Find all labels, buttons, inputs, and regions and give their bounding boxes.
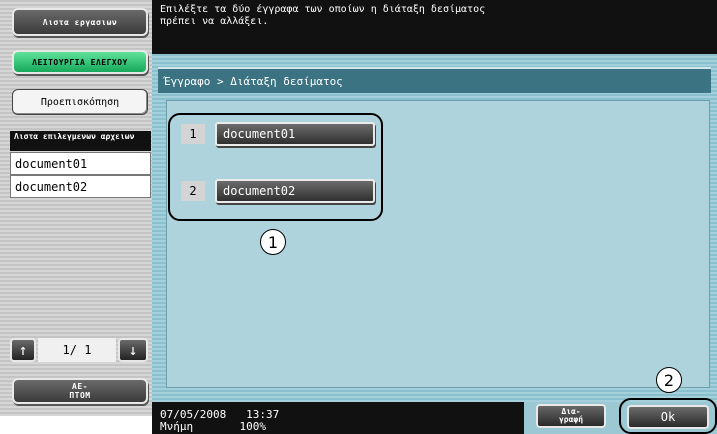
scroll-up-button[interactable]: ↑: [10, 338, 36, 362]
arrow-up-icon: ↑: [18, 341, 28, 359]
callout-number-2: 2: [656, 367, 682, 393]
callout-highlight-documents: [168, 113, 383, 221]
arrow-down-icon: ↓: [128, 341, 138, 359]
delete-button[interactable]: Δια- γραφή: [536, 404, 606, 428]
status-bar: 07/05/2008 13:37 Μνήμη 100%: [152, 402, 524, 434]
callout-number-1: 1: [260, 229, 286, 255]
scroll-down-button[interactable]: ↓: [118, 338, 148, 362]
selected-file-item[interactable]: document01: [10, 152, 151, 175]
preview-button[interactable]: Προεπισκόπηση: [12, 89, 148, 115]
callout-highlight-ok: [619, 398, 717, 434]
close-button[interactable]: ΑΕ- ΠΤΟΜ: [12, 378, 148, 404]
selected-file-item[interactable]: document02: [10, 175, 151, 198]
breadcrumb: Έγγραφο > Διάταξη δεσίματος: [158, 67, 711, 93]
memory-text: Μνήμη 100%: [160, 420, 266, 433]
instruction-message: Επιλέξτε τα δύο έγγραφα των οποίων η διά…: [152, 0, 717, 54]
selected-files-header: Λιστα επιλεγμενων αρχειων: [10, 131, 151, 151]
check-mode-button[interactable]: ΛΕΙΤΟΥΡΓΙΑ ΕΛΕΓΧΟΥ: [12, 50, 148, 74]
job-list-button[interactable]: Λιστα εργασιων: [12, 8, 148, 36]
page-indicator: 1/ 1: [38, 338, 116, 362]
